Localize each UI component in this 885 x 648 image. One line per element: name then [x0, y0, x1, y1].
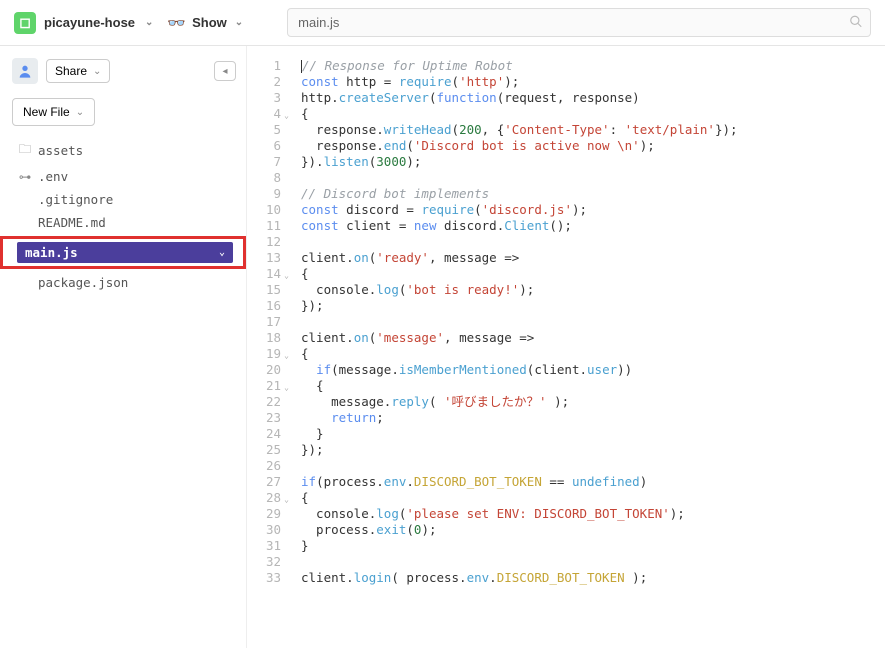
code-area[interactable]: // Response for Uptime Robotconst http =… [291, 46, 885, 648]
file-item-active[interactable]: main.js ⌄ [0, 236, 246, 269]
fold-icon[interactable]: ⌄ [284, 348, 289, 364]
code-line[interactable]: // Discord bot implements [301, 186, 885, 202]
code-line[interactable] [301, 234, 885, 250]
code-line[interactable]: { [301, 266, 885, 282]
key-icon: ⊶ [18, 169, 32, 184]
new-file-button[interactable]: New File ⌄ [12, 98, 95, 126]
code-line[interactable]: client.on('message', message => [301, 330, 885, 346]
code-line[interactable]: { [301, 106, 885, 122]
main: Share ⌄ ◂ New File ⌄ 🗀 assets ⊶ .env .gitign… [0, 46, 885, 648]
file-item[interactable]: package.json [12, 271, 236, 294]
chevron-down-icon: ⌄ [145, 17, 153, 28]
file-name: .gitignore [38, 192, 113, 207]
code-line[interactable]: } [301, 538, 885, 554]
project-dropdown[interactable]: ◻ picayune-hose ⌄ [14, 12, 153, 34]
code-line[interactable]: return; [301, 410, 885, 426]
code-line[interactable]: if(message.isMemberMentioned(client.user… [301, 362, 885, 378]
code-line[interactable]: { [301, 378, 885, 394]
code-line[interactable]: } [301, 426, 885, 442]
folder-icon: 🗀 [18, 140, 32, 161]
code-line[interactable]: process.exit(0); [301, 522, 885, 538]
code-line[interactable]: if(process.env.DISCORD_BOT_TOKEN == unde… [301, 474, 885, 490]
project-icon: ◻ [14, 12, 36, 34]
code-line[interactable]: const client = new discord.Client(); [301, 218, 885, 234]
file-name: assets [38, 143, 83, 158]
code-line[interactable]: // Response for Uptime Robot [301, 58, 885, 74]
sidebar: Share ⌄ ◂ New File ⌄ 🗀 assets ⊶ .env .gitign… [0, 46, 247, 648]
search-input[interactable] [287, 8, 871, 37]
avatar[interactable] [12, 58, 38, 84]
fold-icon[interactable]: ⌄ [284, 380, 289, 396]
fold-icon[interactable]: ⌄ [284, 268, 289, 284]
file-name: main.js [25, 245, 78, 260]
code-line[interactable] [301, 458, 885, 474]
code-line[interactable]: }); [301, 298, 885, 314]
code-line[interactable]: http.createServer(function(request, resp… [301, 90, 885, 106]
chevron-down-icon: ⌄ [219, 247, 225, 258]
code-editor[interactable]: 1234⌄567891011121314⌄1516171819⌄2021⌄222… [247, 46, 885, 648]
code-line[interactable]: client.login( process.env.DISCORD_BOT_TO… [301, 570, 885, 586]
sidebar-top: Share ⌄ ◂ [12, 58, 236, 84]
show-label: Show [192, 15, 227, 30]
file-item[interactable]: .gitignore [12, 188, 236, 211]
search-wrapper [287, 8, 871, 37]
collapse-sidebar-button[interactable]: ◂ [214, 61, 236, 81]
line-gutter: 1234⌄567891011121314⌄1516171819⌄2021⌄222… [247, 46, 291, 648]
file-item[interactable]: 🗀 assets [12, 136, 236, 165]
fold-icon[interactable]: ⌄ [284, 492, 289, 508]
show-dropdown[interactable]: 👓 Show ⌄ [167, 14, 243, 32]
file-name: README.md [38, 215, 106, 230]
code-line[interactable] [301, 170, 885, 186]
top-bar: ◻ picayune-hose ⌄ 👓 Show ⌄ [0, 0, 885, 46]
fold-icon[interactable]: ⌄ [284, 108, 289, 124]
chevron-down-icon: ⌄ [76, 107, 84, 118]
project-name: picayune-hose [44, 15, 135, 30]
code-line[interactable]: const discord = require('discord.js'); [301, 202, 885, 218]
code-line[interactable]: response.end('Discord bot is active now … [301, 138, 885, 154]
share-label: Share [55, 64, 87, 78]
code-line[interactable]: console.log('bot is ready!'); [301, 282, 885, 298]
file-item[interactable]: ⊶ .env [12, 165, 236, 188]
code-line[interactable]: console.log('please set ENV: DISCORD_BOT… [301, 506, 885, 522]
file-name: .env [38, 169, 68, 184]
code-line[interactable]: const http = require('http'); [301, 74, 885, 90]
code-line[interactable] [301, 314, 885, 330]
chevron-down-icon: ⌄ [235, 17, 243, 28]
code-line[interactable] [301, 554, 885, 570]
newfile-label: New File [23, 105, 70, 119]
file-name: package.json [38, 275, 128, 290]
file-item[interactable]: README.md [12, 211, 236, 234]
share-button[interactable]: Share ⌄ [46, 59, 110, 83]
file-list: 🗀 assets ⊶ .env .gitignore README.md main.js ⌄ p… [12, 136, 236, 294]
code-line[interactable]: }); [301, 442, 885, 458]
chevron-down-icon: ⌄ [93, 66, 101, 77]
code-line[interactable]: message.reply( '呼びましたか？' ); [301, 394, 885, 410]
code-line[interactable]: { [301, 346, 885, 362]
code-line[interactable]: }).listen(3000); [301, 154, 885, 170]
code-line[interactable]: client.on('ready', message => [301, 250, 885, 266]
code-line[interactable]: { [301, 490, 885, 506]
code-line[interactable]: response.writeHead(200, {'Content-Type':… [301, 122, 885, 138]
glasses-icon: 👓 [167, 14, 186, 32]
